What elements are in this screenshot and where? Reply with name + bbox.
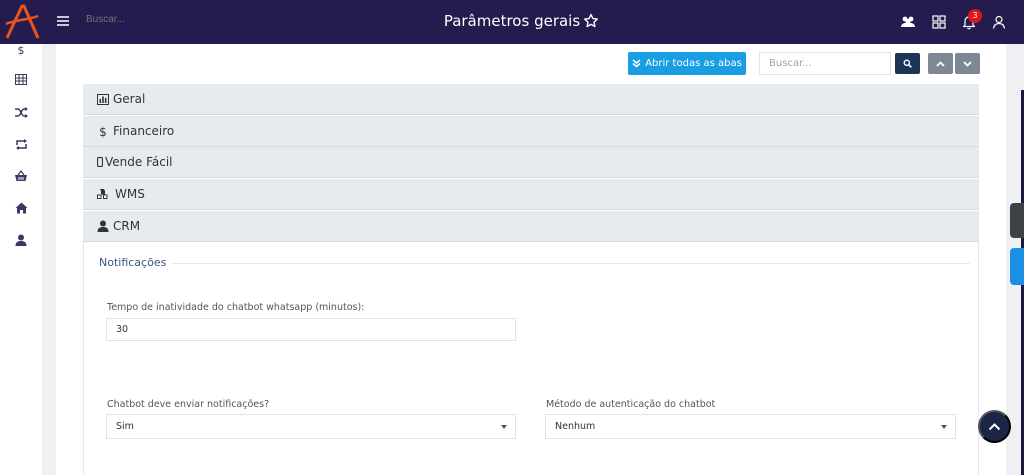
svg-text:$: $ (99, 125, 107, 138)
accordion-crm[interactable]: CRM (83, 211, 979, 242)
send-notifications-select[interactable]: Sim (106, 414, 516, 439)
svg-text:$: $ (18, 44, 25, 56)
double-chevron-down-icon (632, 59, 641, 68)
caret-down-icon (941, 425, 947, 429)
mobile-icon (96, 155, 104, 169)
star-icon[interactable] (583, 13, 599, 29)
top-search-input[interactable] (86, 14, 206, 25)
expand-down-button[interactable] (955, 53, 980, 74)
accordion-label: Geral (113, 92, 146, 106)
search-input[interactable] (759, 52, 891, 75)
side-panel-toggle[interactable] (1010, 203, 1024, 238)
accordion-label: Vende Fácil (105, 155, 173, 169)
search-button[interactable] (895, 53, 920, 74)
scroll-to-top-button[interactable] (978, 410, 1011, 443)
chevron-down-icon (963, 60, 972, 67)
shuffle-icon[interactable] (13, 104, 29, 120)
caret-down-icon (501, 425, 507, 429)
accordion-label: WMS (115, 187, 145, 201)
notification-badge: 3 (968, 9, 982, 23)
sidebar: $ (0, 44, 42, 475)
basket-icon[interactable] (13, 168, 29, 184)
grid-icon[interactable] (931, 14, 947, 30)
repeat-icon[interactable] (13, 136, 29, 152)
top-bar: Parâmetros gerais 3 (0, 0, 1024, 44)
auth-method-select[interactable]: Nenhum (545, 414, 956, 439)
open-all-tabs-button[interactable]: Abrir todas as abas (628, 52, 746, 75)
accordion-label: CRM (113, 219, 141, 233)
send-notifications-label: Chatbot deve enviar notificações? (107, 399, 270, 410)
inactivity-input[interactable] (106, 318, 516, 341)
side-panel-tab[interactable] (1010, 248, 1024, 285)
accordion-wms[interactable]: WMS (83, 179, 979, 210)
section-divider (172, 263, 970, 264)
home-icon[interactable] (13, 200, 29, 216)
search-icon (903, 59, 912, 68)
crm-panel (83, 242, 979, 475)
user-icon[interactable] (991, 14, 1007, 30)
collapse-up-button[interactable] (928, 53, 953, 74)
auth-method-label: Método de autenticação do chatbot (546, 399, 716, 410)
bar-chart-icon (96, 92, 110, 106)
dollar-icon[interactable]: $ (13, 42, 29, 58)
auth-method-value: Nenhum (555, 421, 596, 432)
logo-icon[interactable] (4, 2, 40, 42)
users-icon[interactable] (900, 14, 916, 30)
accordion-label: Financeiro (113, 124, 175, 138)
open-all-tabs-label: Abrir todas as abas (645, 58, 742, 69)
table-icon[interactable] (13, 71, 29, 87)
chevron-up-icon (936, 60, 945, 67)
dollar-icon: $ (96, 124, 110, 138)
menu-icon[interactable] (56, 14, 70, 28)
chevron-up-icon (988, 422, 1001, 430)
cubes-icon (96, 187, 112, 201)
user-icon (96, 219, 110, 233)
send-notifications-value: Sim (116, 421, 134, 432)
accordion-vende-facil[interactable]: Vende Fácil (83, 147, 979, 178)
section-title: Notificações (99, 256, 167, 269)
accordion-financeiro[interactable]: $ Financeiro (83, 116, 979, 147)
user-icon[interactable] (13, 232, 29, 248)
page-title: Parâmetros gerais (443, 12, 581, 30)
accordion-geral[interactable]: Geral (83, 84, 979, 115)
inactivity-label: Tempo de inatividade do chatbot whatsapp… (107, 302, 365, 313)
